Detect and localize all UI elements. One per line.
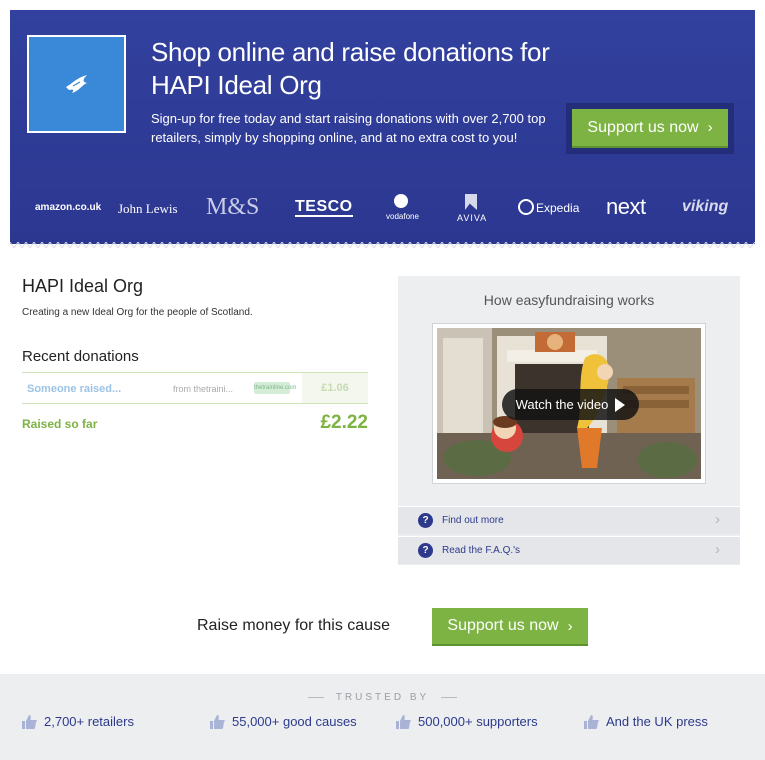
divider (441, 696, 458, 698)
how-it-works-title: How easyfundraising works (483, 292, 655, 308)
donation-amount: £1.06 (302, 373, 368, 403)
how-it-works-panel: How easyfundraising works Watch the vide… (398, 276, 740, 565)
expedia-globe-icon (518, 199, 534, 215)
trust-item-retailers: 2,700+ retailers (22, 714, 134, 729)
trusted-by-heading: TRUSTED BY (0, 692, 765, 703)
brand-logo-expedia: Expedia (536, 201, 580, 215)
brand-logo-tesco: TESCO (295, 198, 353, 217)
trust-item-good-causes: 55,000+ good causes (210, 714, 357, 729)
trust-item-label: 55,000+ good causes (232, 714, 357, 729)
question-icon: ? (418, 513, 433, 528)
question-icon: ? (418, 543, 433, 558)
video-thumbnail[interactable]: Watch the video (432, 323, 706, 484)
brand-logo-viking: viking (682, 198, 729, 215)
retailer-logos: amazon.co.uk John Lewis M&S TESCO vodafo… (10, 192, 755, 228)
chevron-right-icon: › (715, 511, 720, 528)
brand-logo-john-lewis: John Lewis (118, 201, 178, 216)
bird-logo-icon (66, 75, 87, 93)
donation-row: Someone raised... from thetraini... thet… (22, 372, 368, 404)
trust-item-label: 2,700+ retailers (44, 714, 134, 729)
zigzag-edge (10, 242, 755, 248)
raise-money-text: Raise money for this cause (197, 617, 390, 634)
vodafone-icon (394, 194, 408, 208)
support-us-label: Support us now (447, 617, 559, 634)
thumbs-up-icon (210, 714, 225, 729)
find-out-more-link[interactable]: ? Find out more › (398, 506, 740, 534)
trust-item-label: And the UK press (606, 714, 708, 729)
video-scene: Watch the video (437, 328, 701, 479)
org-name: HAPI Ideal Org (22, 276, 144, 296)
thumbs-up-icon (22, 714, 37, 729)
aviva-icon (465, 194, 477, 210)
brand-logo-next: next (606, 194, 646, 219)
play-icon (615, 397, 626, 412)
trust-item-label: 500,000+ supporters (418, 714, 538, 729)
chevron-right-icon: › (567, 617, 573, 635)
find-out-more-label: Find out more (442, 515, 504, 526)
trust-item-supporters: 500,000+ supporters (396, 714, 538, 729)
support-us-button[interactable]: Support us now › (572, 109, 728, 148)
trusted-by-label: TRUSTED BY (335, 692, 430, 703)
hero-subtitle: Sign-up for free today and start raising… (151, 111, 546, 145)
watch-video-label: Watch the video (515, 397, 609, 412)
trust-item-uk-press: And the UK press (584, 714, 708, 729)
donor-name: Someone raised... (27, 383, 122, 395)
brand-logo-vodafone: vodafone (386, 212, 419, 221)
thumbs-up-icon (584, 714, 599, 729)
trusted-by-bar: TRUSTED BY 2,700+ retailers 55,000+ good… (0, 674, 765, 760)
cause-logo (27, 35, 126, 133)
brand-logo-aviva: AVIVA (457, 213, 488, 223)
chevron-right-icon: › (707, 119, 713, 136)
divider (307, 696, 324, 698)
hero-banner: Shop online and raise donations for HAPI… (10, 10, 755, 248)
chevron-right-icon: › (715, 541, 720, 558)
support-us-label: Support us now (587, 118, 699, 136)
raised-so-far-label: Raised so far (22, 417, 98, 431)
org-description: Creating a new Ideal Org for the people … (22, 307, 253, 318)
retailer-logo: thetrainline.com (254, 382, 296, 394)
support-us-button-bottom[interactable]: Support us now › (432, 608, 588, 646)
hero-cta-frame: Support us now › (566, 103, 734, 154)
read-faq-label: Read the F.A.Q.'s (442, 545, 521, 556)
brand-logo-ms: M&S (206, 194, 260, 220)
brand-logo-amazon: amazon.co.uk (35, 202, 102, 213)
recent-donations-heading: Recent donations (22, 348, 139, 365)
donation-source: from thetraini... (173, 384, 234, 394)
raised-so-far-value: £2.22 (320, 412, 368, 433)
read-faq-link[interactable]: ? Read the F.A.Q.'s › (398, 536, 740, 564)
watch-video-button[interactable]: Watch the video (502, 389, 639, 420)
hero-title: Shop online and raise donations for HAPI… (151, 37, 550, 100)
thumbs-up-icon (396, 714, 411, 729)
